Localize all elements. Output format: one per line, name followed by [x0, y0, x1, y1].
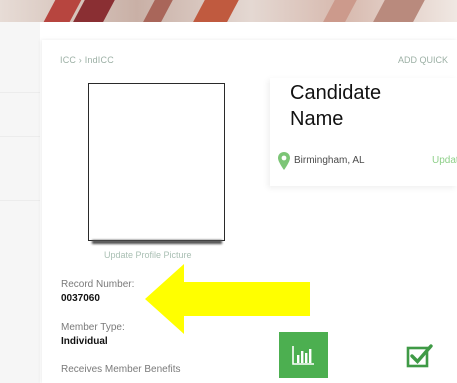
add-quick-link[interactable]: ADD QUICK — [398, 55, 448, 65]
update-profile-picture-link[interactable]: Update Profile Picture — [104, 250, 192, 260]
member-type-value: Individual — [61, 336, 108, 347]
nav-divider — [0, 136, 40, 137]
left-navigation-pane — [0, 22, 40, 383]
map-pin-icon — [278, 152, 290, 170]
location-update-link[interactable]: Update — [432, 155, 457, 166]
bar-chart-icon — [292, 346, 314, 365]
photo-shadow — [92, 240, 222, 244]
checkbox-check-icon — [406, 344, 433, 368]
header-banner-image — [0, 0, 457, 22]
breadcrumb[interactable]: ICC › IndICC — [60, 55, 114, 65]
approve-checkbox-button[interactable] — [405, 340, 435, 370]
yellow-arrow-annotation — [145, 264, 310, 334]
candidate-name: Candidate Name — [290, 82, 382, 130]
profile-photo — [88, 83, 225, 241]
receives-member-benefits-label: Receives Member Benefits — [61, 364, 181, 375]
nav-divider — [0, 200, 40, 201]
nav-divider — [0, 92, 40, 93]
chart-button[interactable] — [279, 332, 328, 378]
record-number-label: Record Number: — [61, 279, 135, 290]
record-number-value: 0037060 — [61, 293, 100, 304]
member-type-label: Member Type: — [61, 322, 125, 333]
location-text: Birmingham, AL — [294, 155, 365, 166]
